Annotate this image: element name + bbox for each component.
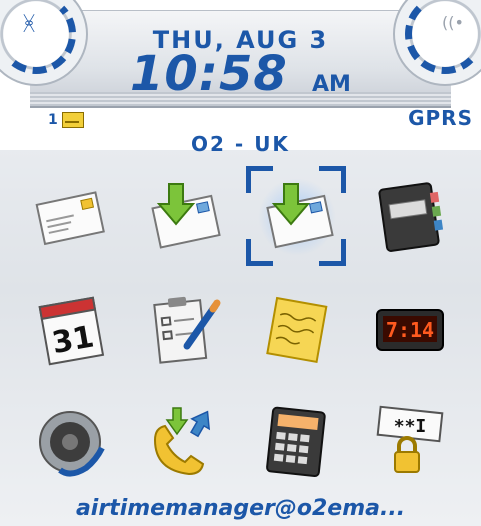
app-calculator[interactable] [240, 386, 353, 496]
envelope-download-icon [150, 183, 221, 249]
app-tasks[interactable] [127, 274, 240, 384]
password-mask-label: **I [393, 416, 426, 437]
mail-icon[interactable] [62, 112, 84, 128]
app-messages[interactable] [14, 162, 127, 272]
clock-face-label: 7:14 [385, 318, 433, 342]
password-lock-icon: **I [376, 405, 443, 473]
digital-clock-icon: 7:14 [375, 309, 444, 351]
home-status-header: ᚸ ((• THU, AUG 3 10:58 AM 1 GPRS O2 - UK [0, 0, 481, 156]
email-account-label: airtimemanager@o2ema... [75, 496, 406, 521]
application-icon-grid: 31 7:14 **I [14, 162, 468, 492]
ampm-label: AM [312, 72, 351, 97]
app-profiles[interactable] [14, 386, 127, 496]
app-clock[interactable]: 7:14 [353, 274, 466, 384]
app-saved-messages-selected[interactable] [240, 162, 353, 272]
envelope-download-icon [265, 183, 334, 249]
address-book-icon [377, 182, 443, 252]
app-address-book[interactable] [353, 162, 466, 272]
speaker-icon [38, 411, 105, 477]
calendar-icon: 31 [38, 296, 104, 366]
calendar-day-label: 31 [49, 319, 96, 361]
time-label: 10:58 [130, 46, 288, 102]
phone-arrows-icon [153, 407, 210, 476]
carrier-label: O2 - UK [191, 132, 290, 156]
app-calendar[interactable]: 31 [14, 274, 127, 384]
clipboard-pen-icon [152, 296, 220, 364]
app-call-log[interactable] [127, 386, 240, 496]
app-saved-messages[interactable] [127, 162, 240, 272]
memo-note-icon [265, 296, 327, 364]
app-password-keeper[interactable]: **I [353, 386, 466, 496]
network-type-label: GPRS [408, 106, 473, 130]
calculator-icon [265, 406, 326, 478]
app-memopad[interactable] [240, 274, 353, 384]
envelope-icon [35, 191, 105, 246]
unread-message-count: 1 [48, 112, 58, 128]
